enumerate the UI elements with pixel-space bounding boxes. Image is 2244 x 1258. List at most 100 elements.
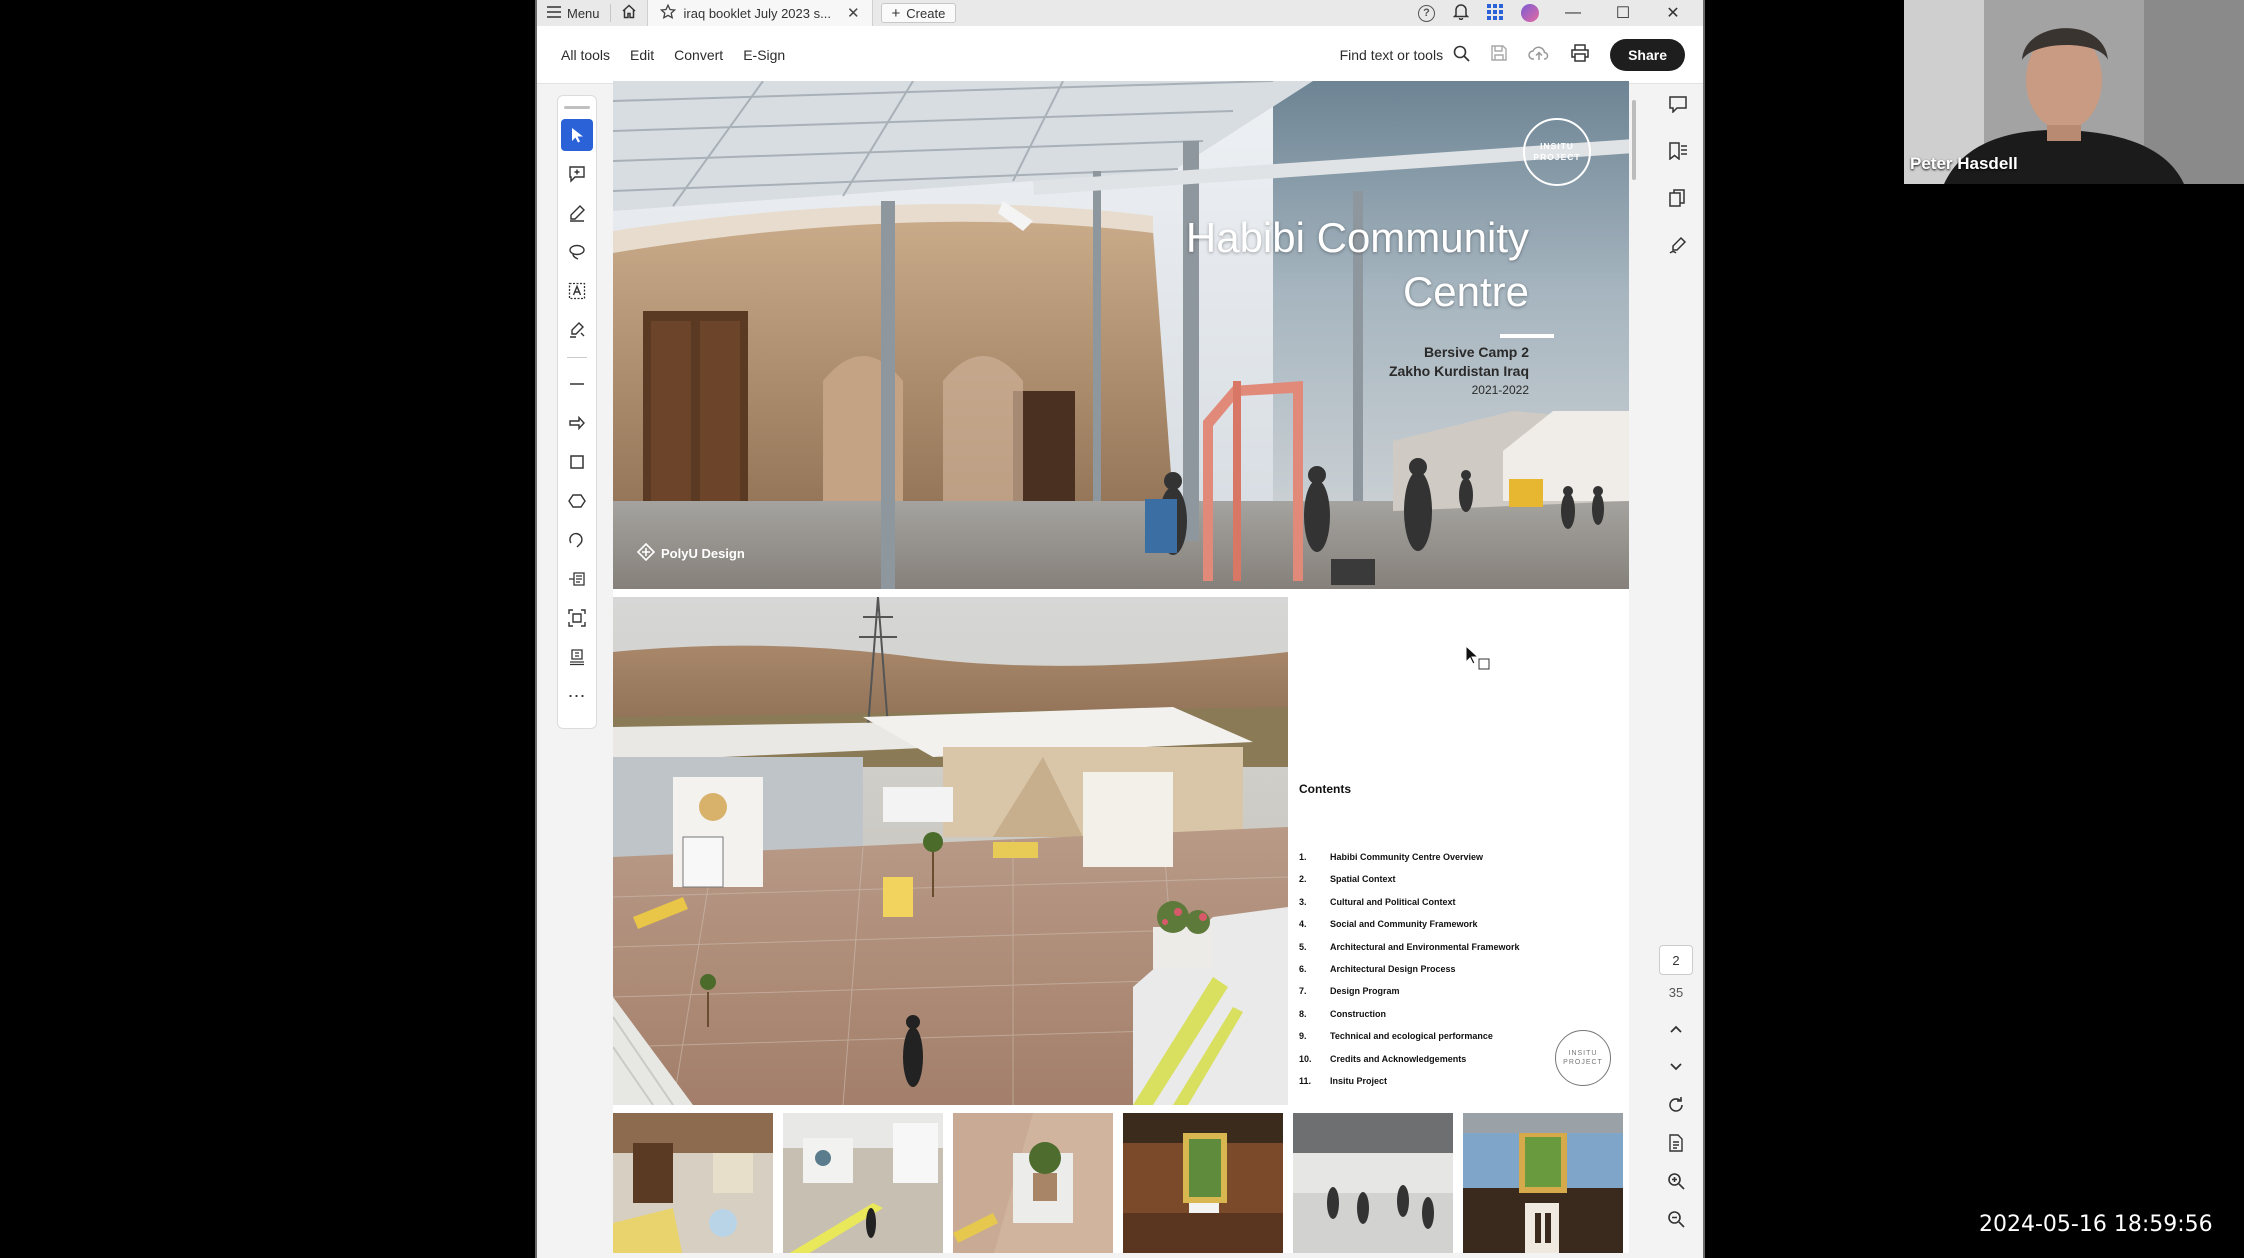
toc-item[interactable]: 10. Credits and Acknowledgements (1299, 1054, 1520, 1076)
toc-label: Habibi Community Centre Overview (1330, 852, 1484, 862)
cloud-shape-icon[interactable] (561, 524, 593, 556)
maximize-icon[interactable]: ☐ (1607, 3, 1639, 23)
sign-edit-icon[interactable] (1668, 236, 1688, 259)
toc-item[interactable]: 9. Technical and ecological performance (1299, 1031, 1520, 1053)
current-page-input[interactable]: 2 (1659, 945, 1693, 975)
home-icon (621, 4, 637, 22)
small-logo-text-top: INSITU (1568, 1050, 1598, 1057)
create-button[interactable]: + Create (880, 3, 957, 23)
highlight-pen-icon[interactable] (561, 197, 593, 229)
chevron-down-icon[interactable] (1661, 1056, 1691, 1078)
toc-number: 3. (1299, 896, 1307, 907)
toc-number: 5. (1299, 941, 1307, 952)
rectangle-tool-icon[interactable] (561, 446, 593, 478)
cover-location-region: Zakho Kurdistan Iraq (1388, 363, 1529, 379)
star-icon[interactable] (659, 3, 676, 23)
toc-item[interactable]: 11. Insitu Project (1299, 1076, 1520, 1098)
plus-icon: + (891, 4, 901, 22)
cloud-upload-icon[interactable] (1528, 44, 1550, 65)
text-callout-icon[interactable] (561, 563, 593, 595)
line-tool-icon[interactable] (561, 368, 593, 400)
toc-item[interactable]: 5. Architectural and Environmental Framew… (1299, 942, 1520, 964)
insitu-project-logo: INSITU PROJECT (1523, 118, 1591, 186)
recording-timestamp: 2024-05-16 18:59:56 (1979, 1212, 2213, 1237)
text-box-icon[interactable] (561, 275, 593, 307)
lasso-draw-icon[interactable] (561, 236, 593, 268)
close-tab-icon[interactable]: ✕ (847, 4, 860, 22)
comments-icon[interactable] (1668, 95, 1688, 118)
close-window-icon[interactable]: ✕ (1657, 3, 1689, 23)
toc-number: 1. (1299, 852, 1307, 862)
save-icon[interactable] (1490, 44, 1508, 65)
chevron-up-icon[interactable] (1661, 1018, 1691, 1040)
add-comment-icon[interactable] (561, 158, 593, 190)
polyu-design-logo: PolyU Design (636, 542, 745, 564)
polygon-tool-icon[interactable] (561, 485, 593, 517)
zoom-in-icon[interactable] (1661, 1170, 1691, 1192)
document-tab[interactable]: iraq booklet July 2023 s... ✕ (646, 0, 873, 26)
acrobat-window: Menu iraq booklet July 2023 s... ✕ + Cre… (535, 0, 1705, 1258)
total-pages: 35 (1668, 985, 1684, 1000)
toc-item[interactable]: 8. Construction (1299, 1009, 1520, 1031)
logo-text-bottom: PROJECT (1533, 152, 1581, 162)
toc-number: 6. (1299, 963, 1307, 974)
participant-name: Peter Hasdell (1910, 154, 2018, 173)
cover-title: Habibi Community Centre (1186, 211, 1529, 319)
toc-item[interactable]: 7. Design Program (1299, 986, 1520, 1008)
contents-page: Contents 1. Habibi Community Centre Overv… (613, 597, 1629, 1253)
menu-e-sign[interactable]: E-Sign (733, 47, 795, 63)
share-button[interactable]: Share (1610, 38, 1685, 71)
toc-item[interactable]: 4. Social and Community Framework (1299, 919, 1520, 941)
print-icon[interactable] (1570, 44, 1590, 65)
fill-sign-icon[interactable] (561, 314, 593, 346)
page-settings-icon[interactable] (1661, 1132, 1691, 1154)
apps-grid-icon[interactable] (1487, 3, 1503, 23)
divider (567, 357, 587, 358)
toc-number: 9. (1299, 1031, 1307, 1042)
toc-number: 10. (1299, 1053, 1312, 1064)
toc-label: Insitu Project (1330, 1075, 1388, 1086)
find-text-or-tools[interactable]: Find text or tools (1340, 45, 1471, 65)
stamp-icon[interactable] (561, 641, 593, 673)
select-cursor-icon[interactable] (561, 119, 593, 151)
toc-item[interactable]: 6. Architectural Design Process (1299, 964, 1520, 986)
refresh-icon[interactable] (1661, 1094, 1691, 1116)
right-rail (1663, 95, 1693, 259)
toc-item[interactable]: 2. Spatial Context (1299, 874, 1520, 896)
user-avatar[interactable] (1521, 4, 1539, 22)
minimize-icon[interactable]: — (1557, 4, 1589, 22)
toc-number: 8. (1299, 1008, 1307, 1019)
cover-photo (613, 81, 1629, 589)
menu-all-tools[interactable]: All tools (551, 47, 620, 63)
page-thumbnails-icon[interactable] (1668, 189, 1688, 212)
bell-icon[interactable] (1452, 3, 1470, 23)
home-button[interactable] (611, 0, 647, 26)
crop-scan-icon[interactable] (561, 602, 593, 634)
toc-item[interactable]: 3. Cultural and Political Context (1299, 897, 1520, 919)
photo-thumbnail (953, 1113, 1113, 1253)
left-toolbar: ⋯ (557, 95, 597, 729)
toc-number: 4. (1299, 919, 1307, 930)
toc-label: Design Program (1330, 986, 1400, 997)
logo-text-top: INSITU (1540, 141, 1574, 151)
toc-number: 2. (1299, 874, 1307, 885)
polyu-logo-icon (636, 542, 656, 564)
arrow-tool-icon[interactable] (561, 407, 593, 439)
create-label: Create (906, 5, 946, 21)
tab-title: iraq booklet July 2023 s... (683, 5, 831, 21)
toc-item[interactable]: 1. Habibi Community Centre Overview (1299, 852, 1520, 874)
menu-button[interactable]: Menu (537, 0, 610, 26)
menu-convert[interactable]: Convert (664, 47, 733, 63)
insitu-project-small-logo: INSITU PROJECT (1555, 1030, 1611, 1086)
polyu-label: PolyU Design (661, 546, 745, 561)
help-icon[interactable]: ? (1418, 4, 1435, 22)
menu-edit[interactable]: Edit (620, 47, 664, 63)
search-icon (1453, 45, 1470, 65)
more-tools-icon[interactable]: ⋯ (561, 680, 593, 712)
toc-label: Social and Community Framework (1330, 919, 1478, 930)
bookmarks-icon[interactable] (1668, 142, 1688, 165)
toc-number: 7. (1299, 986, 1307, 997)
scrollbar-thumb[interactable] (1632, 100, 1636, 180)
zoom-out-icon[interactable] (1661, 1208, 1691, 1230)
toolbar-drag-handle[interactable] (564, 106, 590, 109)
